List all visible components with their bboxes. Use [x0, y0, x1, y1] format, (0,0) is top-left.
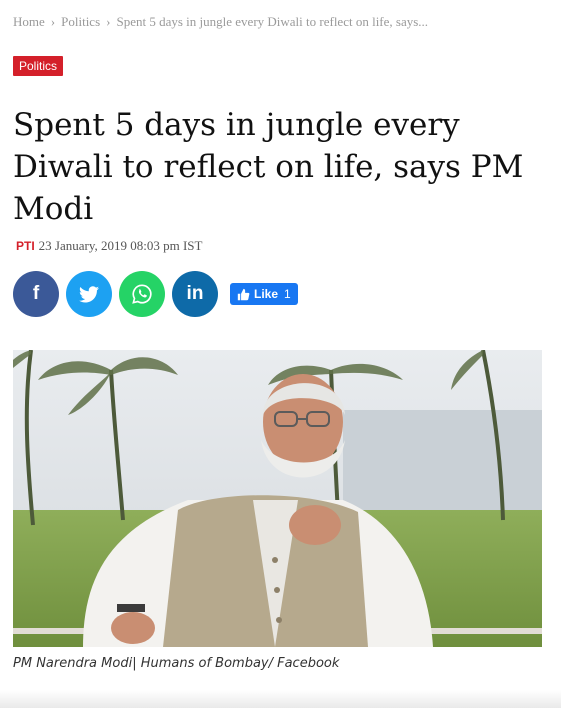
breadcrumb: Home › Politics › Spent 5 days in jungle eve…: [13, 14, 428, 30]
thumbs-up-icon: [237, 288, 250, 301]
like-count: 1: [284, 287, 291, 301]
article-photo: [13, 350, 542, 647]
whatsapp-icon: [132, 284, 152, 304]
chevron-right-icon: ›: [50, 14, 56, 29]
author-link[interactable]: PTI: [16, 239, 35, 253]
linkedin-icon: in: [186, 283, 204, 304]
byline: PTI 23 January, 2019 08:03 pm IST: [16, 238, 202, 254]
linkedin-share-button[interactable]: in: [172, 271, 218, 317]
chevron-right-icon: ›: [106, 14, 111, 29]
facebook-share-button[interactable]: f: [13, 271, 59, 317]
publish-date: 23 January, 2019 08:03 pm IST: [38, 238, 203, 253]
facebook-like-button[interactable]: Like 1: [230, 283, 298, 305]
article-headline: Spent 5 days in jungle every Diwali to r…: [13, 107, 524, 227]
photo-caption: PM Narendra Modi| Humans of Bombay/ Face…: [13, 656, 340, 671]
twitter-bird-icon: [79, 285, 99, 302]
breadcrumb-politics-link[interactable]: Politics: [61, 14, 100, 29]
breadcrumb-home-link[interactable]: Home: [13, 14, 45, 29]
category-tag[interactable]: Politics: [13, 56, 64, 76]
breadcrumb-current: Spent 5 days in jungle every Diwali to r…: [116, 14, 429, 29]
bottom-divider: [0, 690, 561, 708]
twitter-share-button[interactable]: [66, 271, 112, 317]
whatsapp-share-button[interactable]: [119, 271, 165, 317]
like-label: Like: [254, 287, 279, 301]
facebook-icon: f: [32, 283, 40, 304]
